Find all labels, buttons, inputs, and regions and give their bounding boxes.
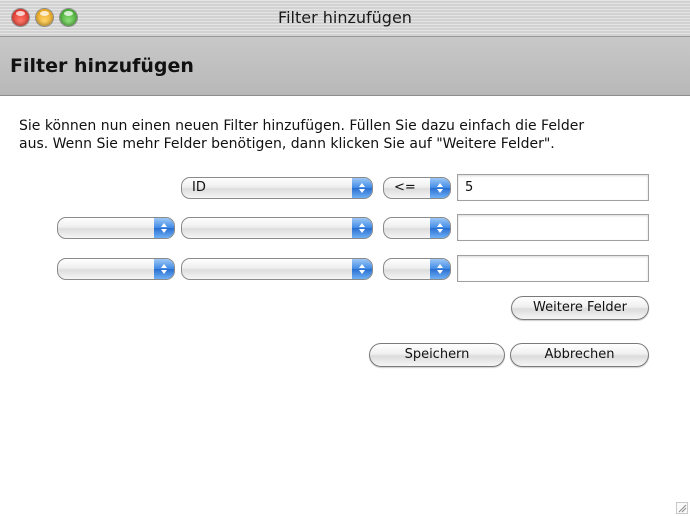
popup-arrows-icon bbox=[154, 218, 174, 238]
intro-text: Sie können nun einen neuen Filter hinzuf… bbox=[19, 117, 674, 153]
operator-select-row-1[interactable]: <= bbox=[383, 177, 451, 199]
resize-grip-icon[interactable] bbox=[676, 502, 688, 514]
intro-line-1: Sie können nun einen neuen Filter hinzuf… bbox=[19, 118, 585, 134]
popup-arrows-icon bbox=[154, 259, 174, 279]
window-title: Filter hinzufügen bbox=[278, 8, 412, 27]
field-select-row-2[interactable] bbox=[181, 217, 373, 239]
cancel-button[interactable]: Abbrechen bbox=[510, 343, 649, 367]
save-button[interactable]: Speichern bbox=[369, 343, 505, 367]
value-field-row-1[interactable]: 5 bbox=[457, 174, 649, 201]
intro-line-2: aus. Wenn Sie mehr Felder benötigen, dan… bbox=[19, 136, 555, 152]
page-header: Filter hinzufügen bbox=[0, 37, 690, 96]
value-field-row-2[interactable] bbox=[457, 214, 649, 241]
popup-arrows-icon bbox=[430, 259, 450, 279]
field-select-value: ID bbox=[192, 180, 206, 195]
connector-select-row-3[interactable] bbox=[57, 258, 175, 280]
popup-arrows-icon bbox=[430, 218, 450, 238]
popup-arrows-icon bbox=[352, 259, 372, 279]
popup-arrows-icon bbox=[430, 178, 450, 198]
operator-select-value: <= bbox=[394, 180, 416, 195]
connector-select-row-2[interactable] bbox=[57, 217, 175, 239]
popup-arrows-icon bbox=[352, 218, 372, 238]
operator-select-row-2[interactable] bbox=[383, 217, 451, 239]
field-select-row-1[interactable]: ID bbox=[181, 177, 373, 199]
popup-arrows-icon bbox=[352, 178, 372, 198]
more-fields-button[interactable]: Weitere Felder bbox=[511, 296, 649, 320]
field-select-row-3[interactable] bbox=[181, 258, 373, 280]
page-title: Filter hinzufügen bbox=[10, 55, 194, 77]
operator-select-row-3[interactable] bbox=[383, 258, 451, 280]
value-field-row-3[interactable] bbox=[457, 255, 649, 282]
title-bar: Filter hinzufügen bbox=[0, 0, 690, 37]
